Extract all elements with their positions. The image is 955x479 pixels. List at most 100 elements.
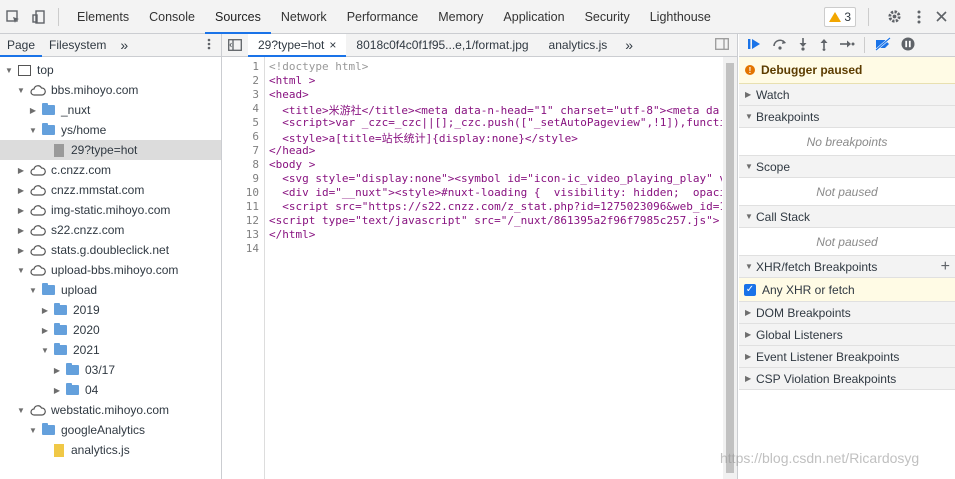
expand-arrow-open-icon[interactable]: ▼ <box>16 405 26 415</box>
expand-arrow-closed-icon[interactable]: ▶ <box>16 205 26 215</box>
tree-item[interactable]: ▶ stats.g.doubleclick.net <box>0 240 221 260</box>
expand-arrow-closed-icon[interactable]: ▶ <box>16 225 26 235</box>
expand-arrow-closed-icon[interactable]: ▶ <box>16 185 26 195</box>
tree-item[interactable]: ▼ webstatic.mihoyo.com <box>0 400 221 420</box>
toggle-debugger-icon[interactable] <box>715 37 729 53</box>
cloud-icon <box>30 224 46 236</box>
tree-item[interactable]: 29?type=hot <box>0 140 221 160</box>
expand-arrow-closed-icon[interactable]: ▶ <box>40 305 50 315</box>
tab-network[interactable]: Network <box>271 0 337 34</box>
tab-performance[interactable]: Performance <box>337 0 429 34</box>
tree-item[interactable]: ▶ 2019 <box>0 300 221 320</box>
editor-tab[interactable]: 29?type=hot × <box>248 33 347 57</box>
step-into-icon[interactable] <box>797 37 809 54</box>
settings-gear-icon[interactable] <box>883 0 905 34</box>
expand-arrow-closed-icon[interactable]: ▶ <box>745 308 756 317</box>
tree-item[interactable]: ▶ c.cnzz.com <box>0 160 221 180</box>
expand-arrow-open-icon[interactable]: ▼ <box>745 162 756 171</box>
source-code[interactable]: <!doctype html> <html > <head> <title>米游社<… <box>269 57 722 479</box>
tree-item[interactable]: ▶ s22.cnzz.com <box>0 220 221 240</box>
navigator-menu-icon[interactable] <box>207 38 211 53</box>
tree-item[interactable]: ▼ upload <box>0 280 221 300</box>
close-icon[interactable] <box>933 0 949 34</box>
expand-arrow-open-icon[interactable]: ▼ <box>28 425 38 435</box>
tree-item[interactable]: analytics.js <box>0 440 221 460</box>
tree-item[interactable]: ▶ 03/17 <box>0 360 221 380</box>
tab-elements[interactable]: Elements <box>67 0 139 34</box>
expand-arrow-open-icon[interactable]: ▼ <box>745 112 756 121</box>
tab-memory[interactable]: Memory <box>428 0 493 34</box>
navigator-more-tabs[interactable]: » <box>113 34 135 57</box>
device-toggle-icon[interactable] <box>26 0 52 34</box>
expand-arrow-open-icon[interactable]: ▼ <box>745 262 756 271</box>
tab-filesystem[interactable]: Filesystem <box>42 34 113 57</box>
section-global-listeners[interactable]: ▶ Global Listeners <box>739 324 955 346</box>
editor-more-tabs[interactable]: » <box>617 37 641 53</box>
section-scope[interactable]: ▼ Scope <box>739 156 955 178</box>
tree-item[interactable]: ▶ 04 <box>0 380 221 400</box>
tree-item[interactable]: ▶ _nuxt <box>0 100 221 120</box>
expand-arrow-open-icon[interactable]: ▼ <box>16 85 26 95</box>
expand-arrow-closed-icon[interactable]: ▶ <box>745 330 756 339</box>
expand-arrow-closed-icon[interactable]: ▶ <box>745 352 756 361</box>
tab-close-icon[interactable]: × <box>329 38 336 52</box>
tab-security[interactable]: Security <box>575 0 640 34</box>
tab-console[interactable]: Console <box>139 0 205 34</box>
editor-tab[interactable]: analytics.js <box>539 34 618 57</box>
tab-page[interactable]: Page <box>0 34 43 57</box>
editor-scrollbar[interactable] <box>723 57 737 479</box>
section-call-stack[interactable]: ▼ Call Stack <box>739 206 955 228</box>
section-dom-breakpoints[interactable]: ▶ DOM Breakpoints <box>739 302 955 324</box>
expand-arrow-closed-icon[interactable]: ▶ <box>16 245 26 255</box>
expand-arrow-closed-icon[interactable]: ▶ <box>16 165 26 175</box>
add-breakpoint-icon[interactable]: + <box>941 258 950 276</box>
tree-item[interactable]: ▶ cnzz.mmstat.com <box>0 180 221 200</box>
expand-arrow-open-icon[interactable]: ▼ <box>4 65 14 75</box>
expand-arrow-open-icon[interactable]: ▼ <box>28 285 38 295</box>
line-number-gutter: 1 2 3 4 5 6 7 8 9 10 11 12 13 14 <box>222 57 265 479</box>
section-watch[interactable]: ▶ Watch <box>739 84 955 106</box>
pause-on-exceptions-icon[interactable] <box>901 37 915 54</box>
expand-arrow-open-icon[interactable]: ▼ <box>745 212 756 221</box>
more-options-icon[interactable] <box>911 0 927 34</box>
expand-arrow-closed-icon[interactable]: ▶ <box>52 365 62 375</box>
tree-item[interactable]: ▶ 2020 <box>0 320 221 340</box>
expand-arrow-open-icon[interactable]: ▼ <box>40 345 50 355</box>
warning-counter[interactable]: 3 <box>824 6 856 27</box>
scrollbar-thumb[interactable] <box>726 63 734 473</box>
deactivate-breakpoints-icon[interactable] <box>874 36 892 54</box>
tree-item-label: top <box>37 63 54 77</box>
toggle-navigator-icon[interactable] <box>222 39 248 51</box>
tree-item[interactable]: ▼ upload-bbs.mihoyo.com <box>0 260 221 280</box>
resume-icon[interactable] <box>747 37 763 54</box>
tree-item[interactable]: ▼ googleAnalytics <box>0 420 221 440</box>
checkbox-checked[interactable]: ✓ <box>744 283 756 296</box>
expand-arrow-closed-icon[interactable]: ▶ <box>40 325 50 335</box>
tree-item[interactable]: ▼ 2021 <box>0 340 221 360</box>
step-out-icon[interactable] <box>818 37 830 54</box>
expand-arrow-closed-icon[interactable]: ▶ <box>745 374 756 383</box>
section-event-listener-breakpoints[interactable]: ▶ Event Listener Breakpoints <box>739 346 955 368</box>
tab-application[interactable]: Application <box>493 0 574 34</box>
section-xhr-fetch-breakpoints[interactable]: ▼ XHR/fetch Breakpoints + <box>739 256 955 278</box>
folder-icon <box>54 343 67 355</box>
tree-item[interactable]: ▶ img-static.mihoyo.com <box>0 200 221 220</box>
expand-arrow-closed-icon[interactable]: ▶ <box>745 90 756 99</box>
tree-item[interactable]: ▼ bbs.mihoyo.com <box>0 80 221 100</box>
section-breakpoints[interactable]: ▼ Breakpoints <box>739 106 955 128</box>
section-csp-violation-breakpoints[interactable]: ▶ CSP Violation Breakpoints <box>739 368 955 390</box>
tree-item[interactable]: ▼ ys/home <box>0 120 221 140</box>
step-icon[interactable] <box>839 37 855 54</box>
tree-item[interactable]: ▼ top <box>0 60 221 80</box>
tab-lighthouse[interactable]: Lighthouse <box>640 0 721 34</box>
expand-arrow-open-icon[interactable]: ▼ <box>16 265 26 275</box>
expand-arrow-closed-icon[interactable]: ▶ <box>52 385 62 395</box>
tab-sources[interactable]: Sources <box>204 0 271 34</box>
expand-arrow-closed-icon[interactable]: ▶ <box>28 105 38 115</box>
warning-icon <box>829 11 842 22</box>
inspect-element-icon[interactable] <box>0 0 26 34</box>
expand-arrow-open-icon[interactable]: ▼ <box>28 125 38 135</box>
any-xhr-row[interactable]: ✓ Any XHR or fetch <box>739 278 955 302</box>
editor-tab[interactable]: 8018c0f4c0f1f95...e,1/format.jpg <box>346 34 538 57</box>
step-over-icon[interactable] <box>772 37 788 54</box>
